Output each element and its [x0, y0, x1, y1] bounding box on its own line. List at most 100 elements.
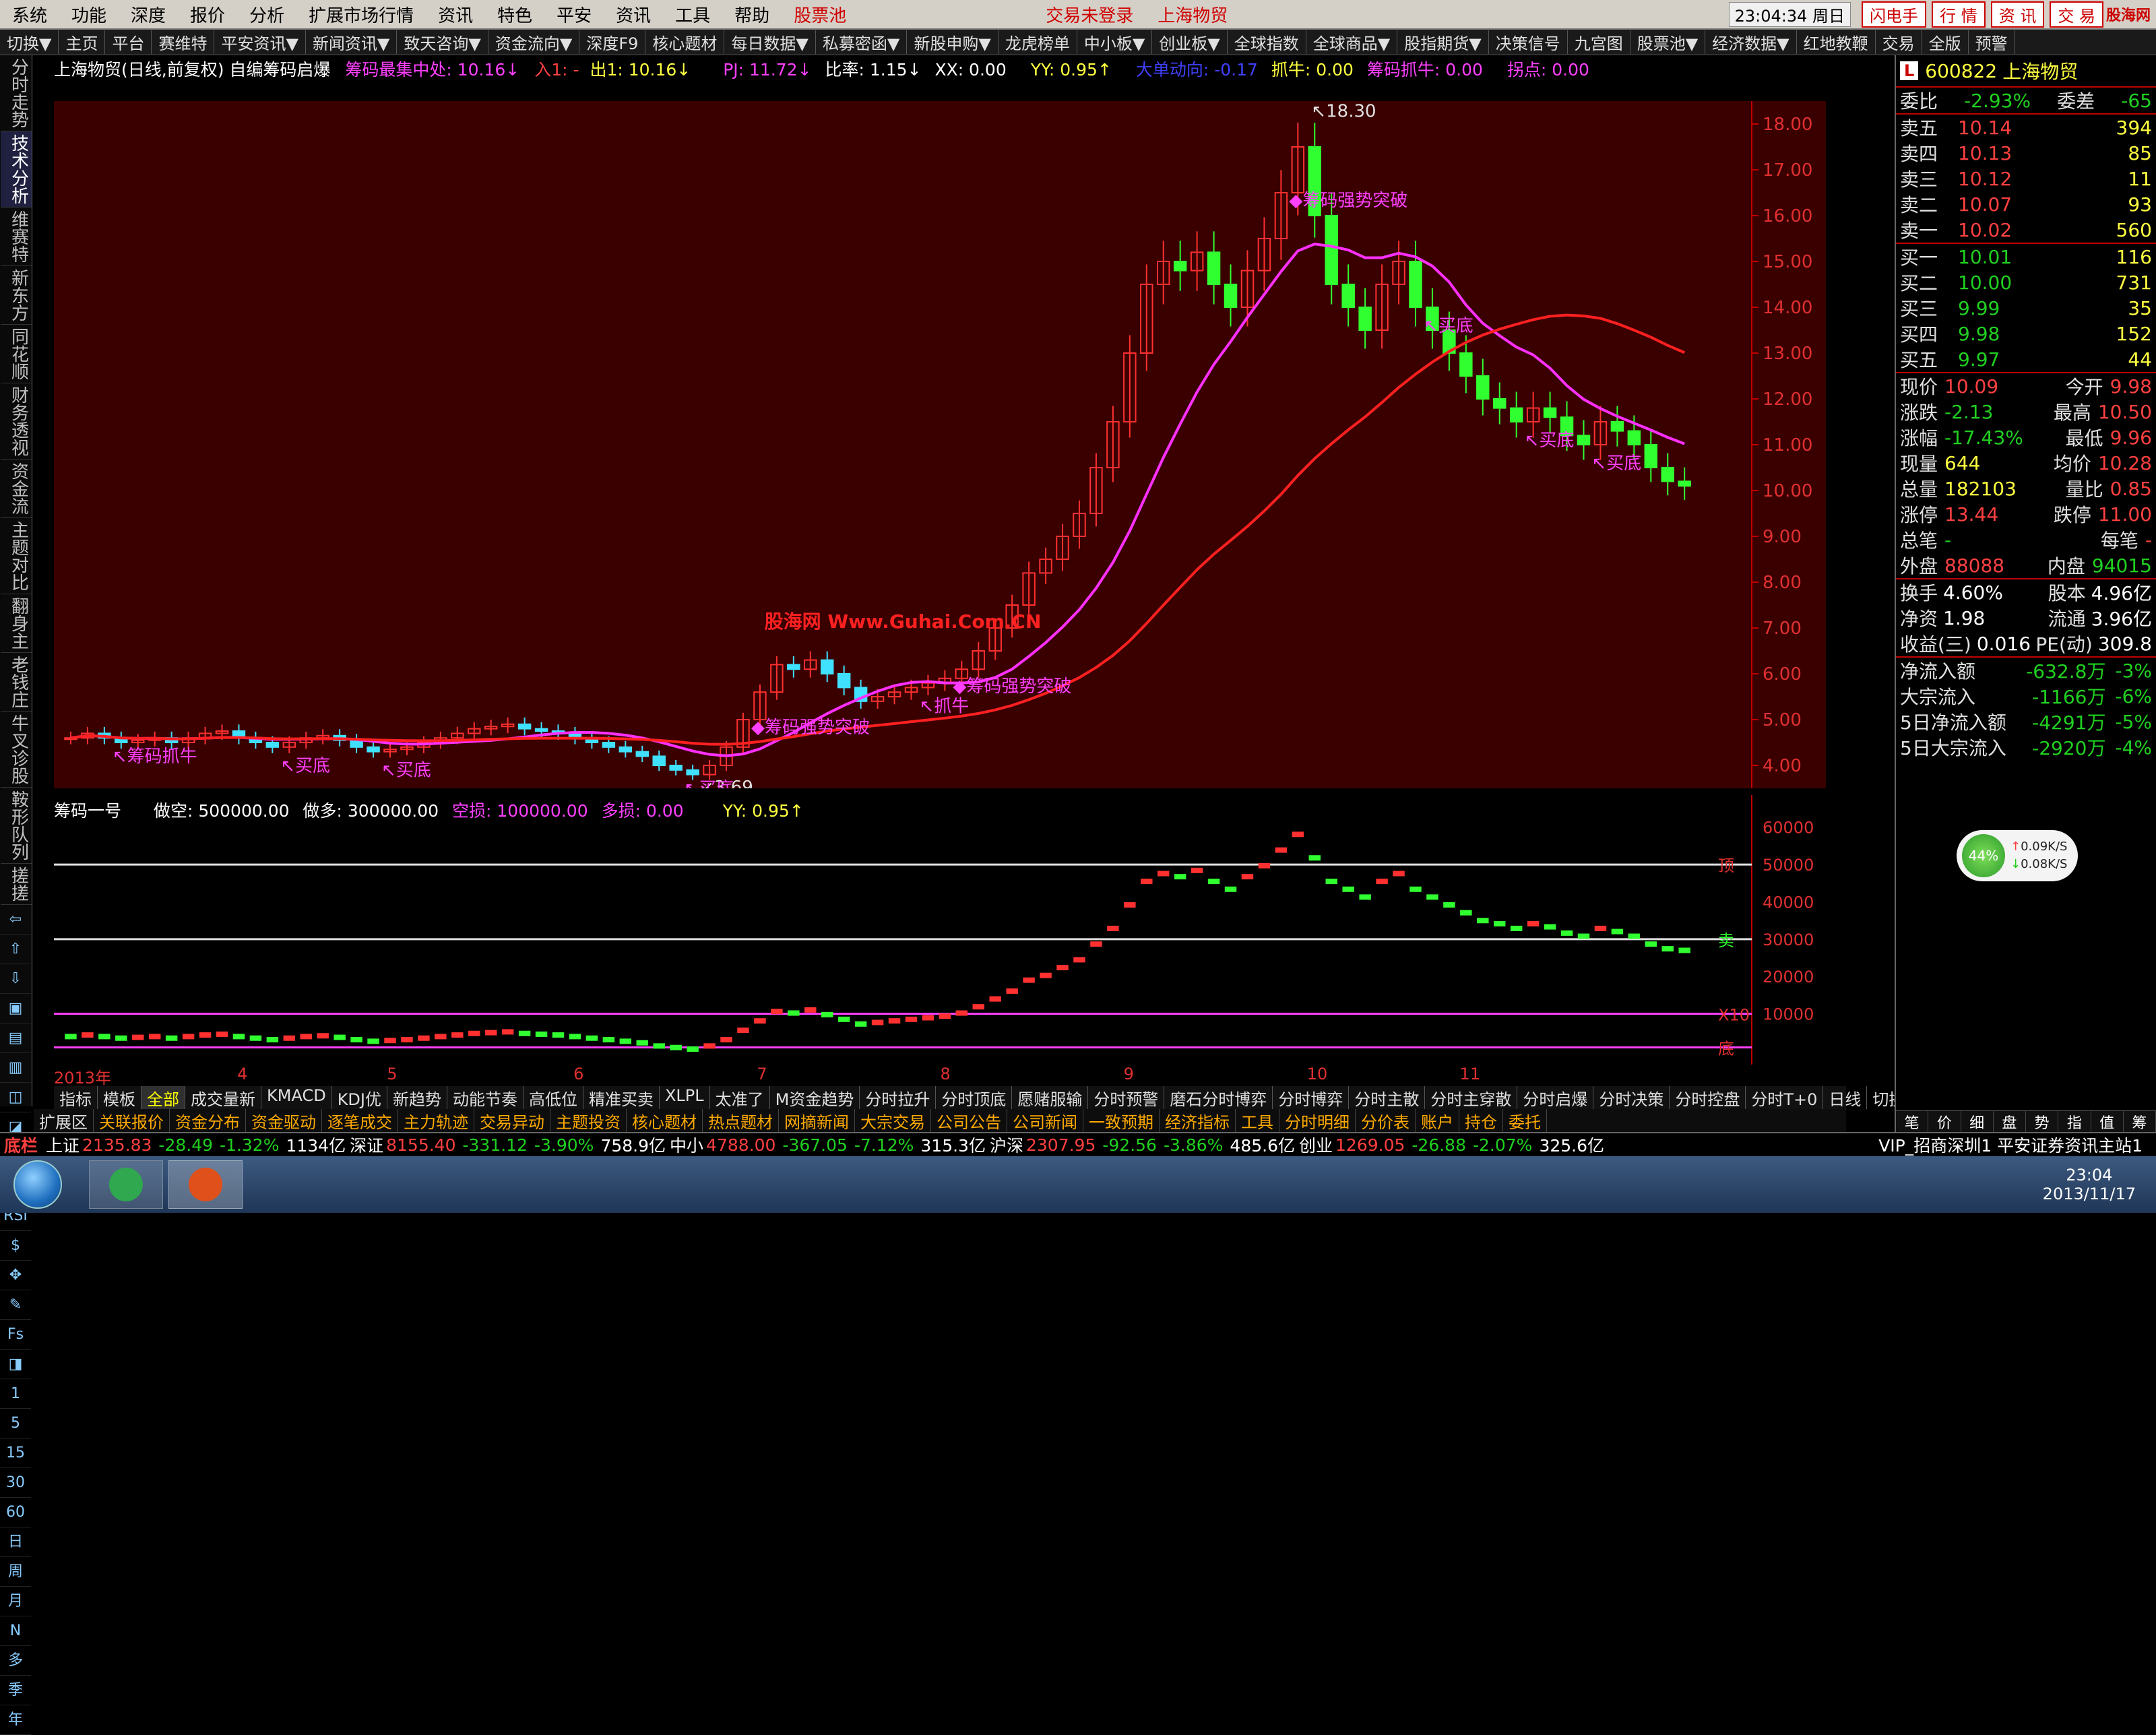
detail-tab[interactable]: 势	[2026, 1111, 2059, 1132]
left-tool-icon[interactable]: ✥	[0, 1261, 31, 1290]
menu-depth[interactable]: 深度	[119, 2, 178, 27]
left-tool-icon[interactable]: 5	[0, 1409, 31, 1439]
extension-tab[interactable]: 公司新闻	[1007, 1109, 1083, 1132]
left-tool-icon[interactable]: 日	[0, 1527, 31, 1557]
toolbar-item[interactable]: 决策信号	[1489, 30, 1568, 54]
detail-tab[interactable]: 价	[1928, 1111, 1961, 1132]
left-tab[interactable]: 维赛特	[0, 208, 32, 266]
left-tool-icon[interactable]: ✎	[0, 1290, 31, 1320]
extension-tab[interactable]: 热点题材	[703, 1109, 779, 1132]
left-tool-icon[interactable]: ◨	[0, 1350, 31, 1379]
left-tab[interactable]: 分时走势	[0, 55, 32, 131]
menu-stock-pool[interactable]: 股票池	[782, 2, 858, 27]
toolbar-item[interactable]: 赛维特	[152, 30, 215, 54]
toolbar-item[interactable]: 切换▼	[0, 30, 59, 54]
menu-function[interactable]: 功能	[59, 2, 119, 27]
price-chart[interactable]: 18.00 17.00 16.00 15.00 14.00 13.00 12.00 11.00…	[54, 101, 1826, 788]
trading-app-icon[interactable]	[168, 1160, 243, 1209]
indicator-tab[interactable]: 动能节奏	[447, 1086, 524, 1109]
indicator-tab[interactable]: 精准买卖	[583, 1086, 660, 1109]
indicator-tab[interactable]: KDJ优	[332, 1086, 387, 1109]
extension-tab[interactable]: 持仓	[1459, 1109, 1503, 1132]
extension-tab[interactable]: 资金分布	[170, 1109, 246, 1132]
indicator-tab[interactable]: 模板	[98, 1086, 141, 1109]
left-tab[interactable]: 同花顺	[0, 325, 32, 383]
extension-tab[interactable]: 分价表	[1356, 1109, 1416, 1132]
toolbar-item[interactable]: 致天咨询▼	[397, 30, 488, 54]
start-button[interactable]	[13, 1160, 62, 1209]
indicator-tab[interactable]: 愿赌服输	[1012, 1086, 1089, 1109]
quote-button[interactable]: 行 情	[1932, 1, 1986, 28]
indicator-tab[interactable]: M资金趋势	[770, 1086, 860, 1109]
left-tab[interactable]: 技术分析	[0, 131, 32, 208]
indicator-tab[interactable]: 分时预警	[1088, 1086, 1165, 1109]
left-tool-icon[interactable]: ▥	[0, 1053, 31, 1083]
left-tool-icon[interactable]: 15	[0, 1439, 31, 1468]
toolbar-item[interactable]: 红地教鞭	[1797, 30, 1876, 54]
left-tool-icon[interactable]: ⇦	[0, 905, 31, 935]
extension-tab[interactable]: 公司公告	[931, 1109, 1007, 1132]
left-tool-icon[interactable]: Fs	[0, 1320, 31, 1350]
toolbar-item[interactable]: 核心题材	[645, 30, 725, 54]
indicator-tab[interactable]: 新趋势	[387, 1086, 447, 1109]
toolbar-item[interactable]: 中小板▼	[1077, 30, 1153, 54]
extension-tab[interactable]: 工具	[1236, 1109, 1279, 1132]
menu-help[interactable]: 帮助	[722, 2, 782, 27]
toolbar-item[interactable]: 预警	[1969, 30, 2015, 54]
left-tool-icon[interactable]: 30	[0, 1468, 31, 1498]
left-tab[interactable]: 资金流	[0, 460, 32, 518]
left-tab[interactable]: 搓搓	[0, 864, 32, 905]
indicator-tab[interactable]: 成交量新	[185, 1086, 261, 1109]
toolbar-item[interactable]: 交易	[1876, 30, 1922, 54]
menu-analysis[interactable]: 分析	[237, 2, 296, 27]
extension-tab[interactable]: 大宗交易	[855, 1109, 931, 1132]
left-tool-icon[interactable]: 1	[0, 1379, 31, 1409]
extension-tab[interactable]: 委托	[1503, 1109, 1547, 1132]
menu-system[interactable]: 系统	[0, 2, 59, 27]
news-button[interactable]: 资 讯	[1990, 1, 2045, 28]
toolbar-item[interactable]: 深度F9	[579, 30, 646, 54]
left-tool-icon[interactable]: $	[0, 1231, 31, 1261]
menu-pingan[interactable]: 平安	[544, 2, 604, 27]
toolbar-item[interactable]: 股指期货▼	[1397, 30, 1489, 54]
menu-feature[interactable]: 特色	[485, 2, 544, 27]
menu-info[interactable]: 资讯	[426, 2, 485, 27]
toolbar-item[interactable]: 资金流向▼	[488, 30, 580, 54]
detail-tab[interactable]: 指	[2058, 1111, 2091, 1132]
indicator-tab[interactable]: KMACD	[261, 1086, 332, 1109]
left-tool-icon[interactable]: ▤	[0, 1023, 31, 1053]
left-tool-icon[interactable]: 60	[0, 1498, 31, 1527]
indicator-chart[interactable]: 60000 50000 40000 30000 20000 10000 顶卖 X10 底	[54, 795, 1826, 1065]
network-speed-widget[interactable]: 44% ↑0.09K/S ↓0.08K/S	[1957, 830, 2078, 881]
extension-tab[interactable]: 一致预期	[1083, 1109, 1160, 1132]
extension-tab[interactable]: 主力轨迹	[398, 1109, 474, 1132]
indicator-tab[interactable]: 分时控盘	[1670, 1086, 1746, 1109]
left-tab[interactable]: 翻身主	[0, 594, 32, 653]
left-tool-icon[interactable]: 年	[0, 1705, 31, 1735]
toolbar-item[interactable]: 全球商品▼	[1306, 30, 1398, 54]
extension-tab[interactable]: 账户	[1416, 1109, 1459, 1132]
indicator-tab[interactable]: 指标	[54, 1086, 98, 1109]
indicator-tab[interactable]: 分时主散	[1349, 1086, 1426, 1109]
toolbar-item[interactable]: 全版	[1922, 30, 1969, 54]
menu-quote[interactable]: 报价	[178, 2, 237, 27]
left-tool-icon[interactable]: N	[0, 1616, 31, 1646]
daily-period-tab[interactable]: 日线	[1823, 1086, 1868, 1109]
toolbar-item[interactable]: 平台	[105, 30, 152, 54]
detail-tab[interactable]: 细	[1961, 1111, 1994, 1132]
extension-tab[interactable]: 逐笔成交	[322, 1109, 398, 1132]
extension-tab[interactable]: 网摘新闻	[779, 1109, 855, 1132]
extension-tab[interactable]: 分时明细	[1279, 1109, 1356, 1132]
detail-tab[interactable]: 值	[2091, 1111, 2124, 1132]
trade-button[interactable]: 交 易	[2050, 1, 2103, 28]
toolbar-item[interactable]: 新股申购▼	[907, 30, 998, 54]
left-tab[interactable]: 财务透视	[0, 383, 32, 460]
left-tab[interactable]: 鞍形队列	[0, 788, 32, 864]
indicator-tab[interactable]: 分时顶底	[936, 1086, 1013, 1109]
left-tool-icon[interactable]: ◫	[0, 1083, 31, 1112]
left-tool-icon[interactable]: ⇩	[0, 964, 31, 994]
toolbar-item[interactable]: 创业板▼	[1152, 30, 1228, 54]
left-tab[interactable]: 新东方	[0, 266, 32, 325]
toolbar-item[interactable]: 私募密函▼	[816, 30, 908, 54]
menu-ext-market[interactable]: 扩展市场行情	[296, 2, 426, 27]
